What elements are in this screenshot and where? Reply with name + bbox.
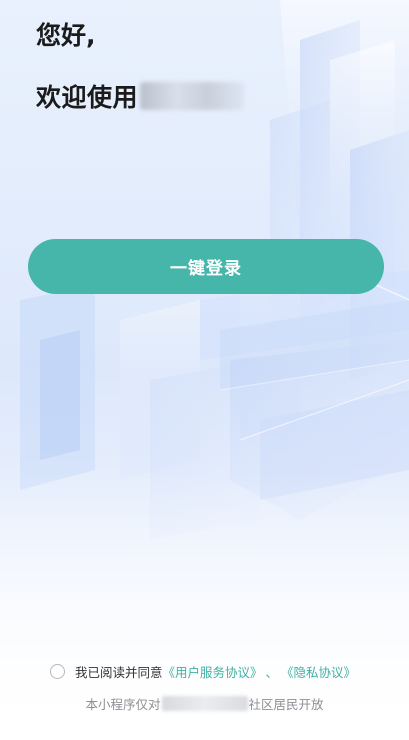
blurred-community-name bbox=[161, 696, 248, 711]
welcome-heading: 欢迎使用 bbox=[36, 78, 245, 114]
welcome-text: 欢迎使用 bbox=[36, 83, 139, 112]
privacy-agreement-link[interactable]: 《隐私协议》 bbox=[281, 662, 356, 681]
user-service-agreement-link[interactable]: 《用户服务协议》 bbox=[163, 662, 263, 681]
scope-suffix: 社区居民开放 bbox=[248, 697, 324, 712]
agreement-row: 我已阅读并同意 《用户服务协议》 、 《隐私协议》 bbox=[50, 662, 356, 681]
agreement-separator: 、 bbox=[265, 665, 279, 680]
greeting-title: 您好, bbox=[36, 21, 96, 50]
scope-notice: 本小程序仅对 社区居民开放 bbox=[0, 694, 409, 713]
agreement-prefix: 我已阅读并同意 bbox=[75, 665, 163, 680]
agreement-radio[interactable] bbox=[50, 664, 65, 679]
scope-prefix: 本小程序仅对 bbox=[85, 697, 161, 712]
blurred-app-name bbox=[140, 82, 245, 110]
one-click-login-button[interactable]: 一键登录 bbox=[28, 239, 384, 294]
